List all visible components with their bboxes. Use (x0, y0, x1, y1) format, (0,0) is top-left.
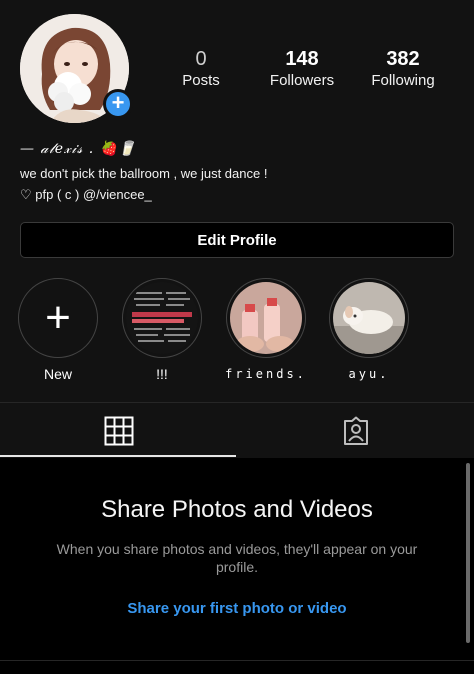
following-stat[interactable]: 382 Following (348, 48, 458, 91)
posts-count: 0 (195, 48, 207, 70)
followers-count: 148 (285, 48, 319, 70)
highlight-label: New (43, 366, 72, 382)
profile-header: + 0 Posts 148 Followers 382 Following — … (0, 0, 474, 403)
empty-state-subtitle: When you share photos and videos, they'l… (56, 541, 418, 575)
scrollbar[interactable] (466, 463, 470, 643)
edit-profile-button[interactable]: Edit Profile (20, 222, 454, 258)
highlight-ring (226, 278, 306, 358)
highlight-cover (126, 282, 198, 354)
highlight-item[interactable]: !!! (121, 278, 203, 382)
following-label: Following (371, 72, 435, 89)
bio-credit: ♡ pfp ( c ) @/viencee_ (20, 187, 152, 202)
bio-name: — 𝒶𝓁𝑒𝓍𝒾𝓈 . 🍓🥛 (20, 141, 137, 157)
highlight-cover (230, 282, 302, 354)
active-tab-indicator (0, 455, 236, 457)
add-story-button[interactable]: + (103, 89, 133, 119)
share-first-photo-link[interactable]: Share your first photo or video (0, 600, 474, 617)
highlight-item[interactable]: ayu. (328, 278, 410, 382)
highlight-label: ayu. (348, 367, 390, 381)
tab-grid[interactable] (0, 403, 237, 458)
posts-stat[interactable]: 0 Posts (146, 48, 256, 91)
highlight-new[interactable]: + New (17, 278, 99, 382)
highlight-cover (333, 282, 405, 354)
bio-text: we don't pick the ballroom , we just dan… (20, 166, 268, 181)
tab-tagged[interactable] (237, 403, 474, 458)
tagged-person-icon (343, 416, 368, 445)
followers-stat[interactable]: 148 Followers (247, 48, 357, 91)
divider (0, 660, 474, 661)
plus-icon: + (45, 293, 71, 342)
highlight-ring (122, 278, 202, 358)
highlight-label: !!! (156, 366, 168, 382)
highlight-item[interactable]: friends. (225, 278, 307, 382)
highlight-ring (329, 278, 409, 358)
plus-icon: + (111, 90, 125, 115)
following-count: 382 (386, 48, 420, 70)
empty-state-title: Share Photos and Videos (101, 496, 373, 523)
profile-tabs (0, 403, 474, 458)
posts-label: Posts (182, 72, 220, 89)
followers-label: Followers (269, 72, 335, 89)
highlight-label: friends. (225, 367, 307, 381)
highlight-ring: + (18, 278, 98, 358)
grid-icon (104, 416, 133, 445)
